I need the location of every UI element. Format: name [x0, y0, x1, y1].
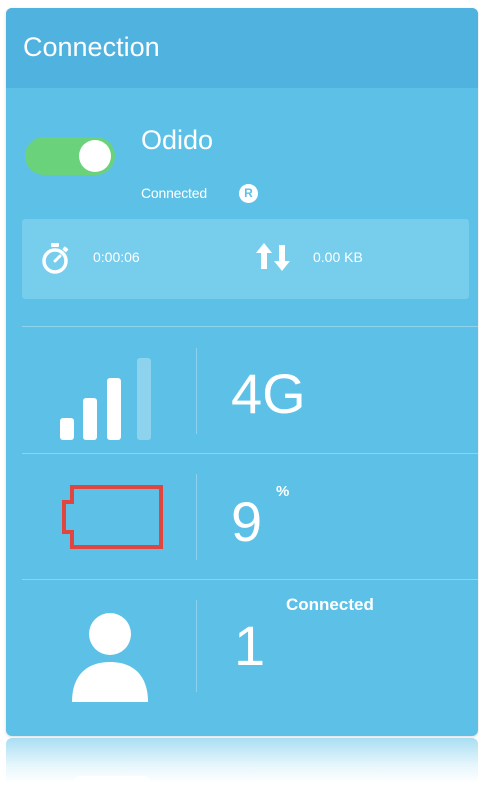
card-reflection	[6, 738, 478, 786]
user-icon	[72, 613, 148, 702]
signal-strength-icon	[60, 358, 151, 440]
vertical-divider	[196, 474, 197, 560]
upload-download-icon	[256, 243, 290, 271]
battery-low-icon	[62, 485, 163, 549]
connection-duration: 0:00:06	[93, 249, 140, 265]
divider	[22, 453, 478, 454]
connection-card: Connection Odido Connected R 0:00:06 0.0…	[6, 8, 478, 736]
battery-percentage: 9	[231, 490, 263, 553]
stats-box: 0:00:06 0.00 KB	[22, 219, 469, 299]
divider	[22, 326, 478, 327]
data-usage: 0.00 KB	[313, 249, 363, 265]
toggle-knob	[79, 140, 111, 172]
clients-count: 1	[234, 614, 266, 677]
card-title: Connection	[23, 32, 160, 62]
isp-name: Odido	[141, 125, 214, 155]
vertical-divider	[196, 348, 197, 434]
network-type: 4G	[231, 362, 306, 425]
vertical-divider	[196, 600, 197, 692]
card-header: Connection	[6, 8, 478, 88]
reflection-shape	[74, 776, 150, 786]
divider	[22, 579, 478, 580]
stopwatch-icon	[42, 243, 69, 274]
connection-toggle[interactable]	[25, 137, 115, 175]
clients-label: Connected	[286, 595, 374, 614]
roaming-badge: R	[239, 184, 258, 203]
battery-unit: %	[276, 483, 290, 500]
connection-status: Connected	[141, 185, 207, 201]
